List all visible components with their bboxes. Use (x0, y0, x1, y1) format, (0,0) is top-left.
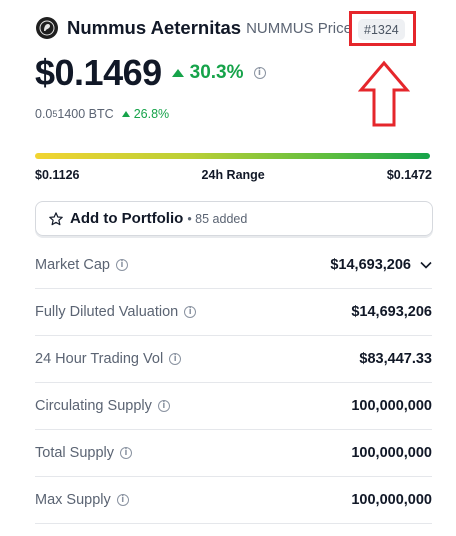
stat-label: 24 Hour Trading Vol i (35, 351, 182, 367)
btc-change: 26.8% (121, 107, 170, 121)
stat-row-circulating-supply: Circulating Supply i 100,000,000 (35, 383, 432, 430)
stat-row-max-supply: Max Supply i 100,000,000 (35, 477, 432, 524)
stat-value: 100,000,000 (351, 492, 432, 508)
coin-header: Nummus Aeternitas NUMMUS Price (36, 15, 352, 41)
stat-label-text: Total Supply (35, 445, 114, 461)
stat-label: Circulating Supply i (35, 398, 170, 414)
btc-change-value: 26.8% (133, 107, 170, 121)
info-icon[interactable]: i (184, 306, 197, 318)
chevron-down-icon[interactable] (420, 261, 432, 269)
stat-label-text: Market Cap (35, 257, 110, 273)
stat-label-text: Max Supply (35, 492, 111, 508)
price-usd: $0.1469 (35, 52, 162, 93)
range-low: $0.1126 (35, 168, 80, 182)
rank-highlight-box (349, 11, 416, 46)
stat-value: $14,693,206 (351, 304, 432, 320)
info-icon[interactable]: i (169, 353, 182, 365)
info-icon[interactable]: i (116, 494, 129, 506)
btc-price-row: 0.0 5 1400 BTC 26.8% (35, 106, 169, 122)
btc-price-rest: 1400 BTC (57, 107, 114, 121)
stat-value: 100,000,000 (351, 398, 432, 414)
info-icon[interactable]: i (115, 259, 128, 271)
btc-price-prefix: 0.0 (35, 107, 53, 121)
portfolio-label: Add to Portfolio (70, 210, 184, 227)
range-labels: $0.1126 24h Range $0.1472 (35, 168, 432, 184)
stat-label-text: Circulating Supply (35, 398, 152, 414)
stat-value: $14,693,206 (330, 257, 432, 273)
caret-up-icon (171, 69, 184, 77)
stat-row-fdv: Fully Diluted Valuation i $14,693,206 (35, 289, 432, 336)
price-row: $0.1469 30.3% i (35, 52, 266, 93)
range-high: $0.1472 (386, 168, 432, 182)
stat-label-text: Fully Diluted Valuation (35, 304, 179, 320)
price-change: 30.3% (171, 62, 244, 84)
stat-value-text: $14,693,206 (330, 257, 411, 273)
coin-symbol: NUMMUS Price (246, 19, 352, 37)
price-change-value: 30.3% (189, 62, 244, 83)
stat-row-trading-vol: 24 Hour Trading Vol i $83,447.33 (35, 336, 432, 383)
info-icon[interactable]: i (253, 67, 266, 79)
stat-label: Fully Diluted Valuation i (35, 304, 197, 320)
caret-up-icon (121, 111, 130, 117)
info-icon[interactable]: i (157, 400, 170, 412)
stat-row-market-cap[interactable]: Market Cap i $14,693,206 (35, 242, 432, 289)
info-icon[interactable]: i (120, 447, 132, 459)
add-to-portfolio-button[interactable]: Add to Portfolio • 85 added (35, 201, 433, 236)
stat-label: Market Cap i (35, 257, 128, 273)
stat-row-total-supply: Total Supply i 100,000,000 (35, 430, 432, 477)
range-bar (35, 153, 430, 159)
stats-table: Market Cap i $14,693,206 Fully Diluted Va… (35, 242, 432, 524)
stat-label-text: 24 Hour Trading Vol (35, 351, 164, 367)
stat-label: Max Supply i (35, 492, 129, 508)
portfolio-count: • 85 added (187, 211, 248, 226)
up-arrow-annotation-icon (358, 60, 410, 127)
stat-value: 100,000,000 (351, 445, 432, 461)
coin-logo-icon (36, 17, 58, 39)
stat-label: Total Supply i (35, 445, 132, 461)
stat-value: $83,447.33 (359, 351, 432, 367)
star-icon (49, 211, 63, 225)
coin-name: Nummus Aeternitas (67, 17, 242, 38)
range-label: 24h Range (201, 168, 265, 182)
